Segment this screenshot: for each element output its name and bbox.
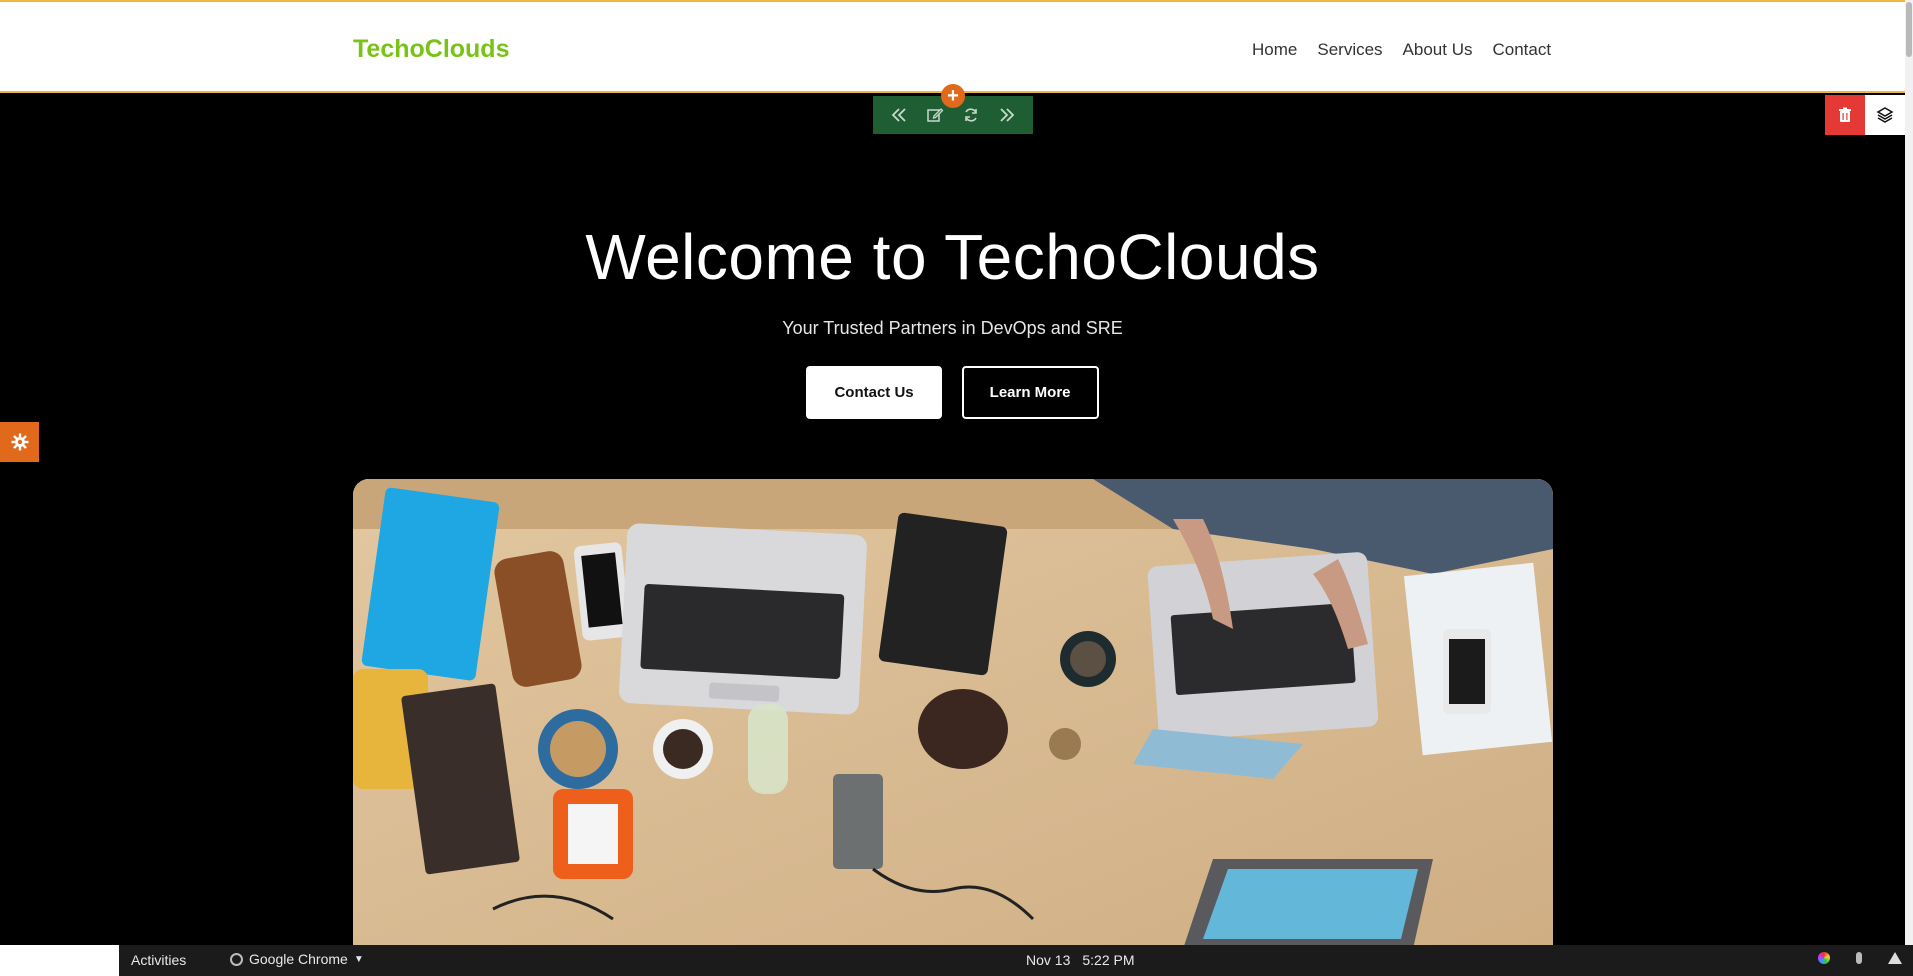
taskbar-left-strip — [0, 945, 119, 976]
nav-contact[interactable]: Contact — [1492, 40, 1551, 60]
double-chevron-left-icon — [891, 108, 906, 122]
replace-block-button[interactable] — [957, 101, 985, 129]
layers-button[interactable] — [1865, 95, 1905, 135]
hero-buttons: Contact Us Learn More — [0, 366, 1905, 419]
active-app-menu[interactable]: Google Chrome ▼ — [230, 951, 364, 967]
os-taskbar: Activities Google Chrome ▼ Nov 13 5:22 P… — [0, 945, 1913, 976]
system-tray — [1818, 952, 1902, 964]
dropdown-arrow-icon: ▼ — [353, 953, 364, 965]
color-picker-icon[interactable] — [1818, 952, 1830, 964]
clock-date: Nov 13 — [1026, 952, 1071, 968]
hero-title: Welcome to TechoClouds — [585, 221, 1320, 293]
settings-button[interactable] — [0, 422, 39, 462]
clock-time: 5:22 PM — [1082, 952, 1135, 968]
nav-services[interactable]: Services — [1317, 40, 1382, 60]
move-right-button[interactable] — [993, 101, 1021, 129]
desk-illustration — [353, 479, 1553, 945]
site-header: TechoClouds Home Services About Us Conta… — [0, 0, 1905, 93]
main-nav: Home Services About Us Contact — [1252, 40, 1551, 60]
page-viewport: TechoClouds Home Services About Us Conta… — [0, 0, 1905, 945]
add-block-button[interactable]: + — [941, 84, 965, 108]
chrome-icon — [230, 952, 243, 966]
layers-icon — [1876, 107, 1894, 123]
edit-icon — [927, 108, 944, 122]
nav-about-us[interactable]: About Us — [1403, 40, 1473, 60]
clock[interactable]: Nov 13 5:22 PM — [1026, 952, 1135, 968]
hero-subtitle: Your Trusted Partners in DevOps and SRE — [782, 318, 1123, 338]
refresh-icon — [965, 108, 977, 122]
contact-us-button[interactable]: Contact Us — [806, 366, 942, 419]
nav-home[interactable]: Home — [1252, 40, 1297, 60]
microphone-icon[interactable] — [1856, 952, 1862, 964]
move-left-button[interactable] — [885, 101, 913, 129]
scrollbar-thumb[interactable] — [1906, 2, 1912, 57]
network-icon[interactable] — [1888, 952, 1902, 964]
page-scrollbar[interactable] — [1905, 0, 1913, 945]
brand-logo[interactable]: TechoClouds — [353, 35, 509, 64]
delete-block-button[interactable] — [1825, 95, 1865, 135]
trash-icon — [1839, 107, 1851, 122]
active-app-name: Google Chrome — [249, 951, 348, 967]
double-chevron-right-icon — [1000, 108, 1015, 122]
learn-more-button[interactable]: Learn More — [961, 366, 1099, 419]
activities-button[interactable]: Activities — [131, 952, 186, 968]
hero-image — [353, 479, 1553, 945]
gear-icon — [11, 433, 28, 451]
